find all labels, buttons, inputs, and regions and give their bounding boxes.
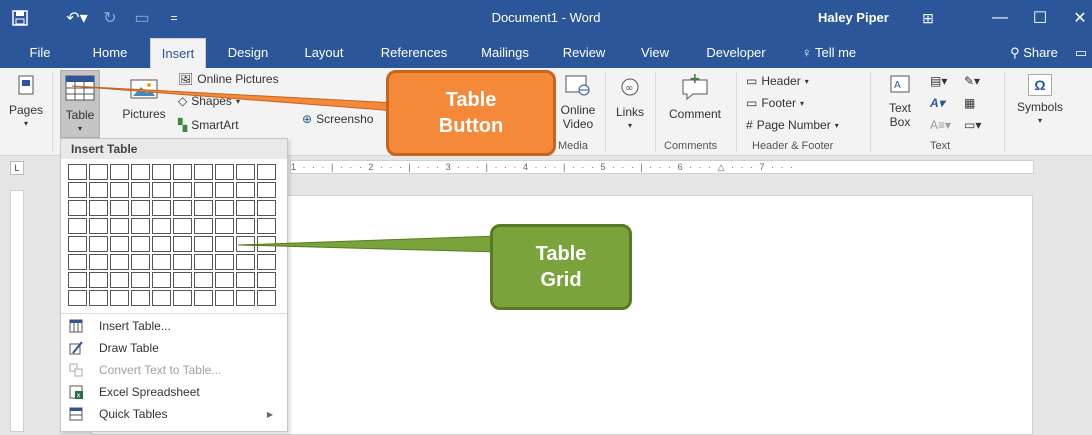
- callout-line2: Grid: [540, 269, 582, 291]
- table-button-callout: Table Button: [386, 70, 556, 156]
- callout-connectors: [71, 85, 499, 253]
- callout-line1: Table: [445, 89, 497, 111]
- table-button-pointer: [71, 85, 397, 112]
- table-grid-pointer: [237, 235, 499, 253]
- callout-line1: Table: [535, 243, 587, 265]
- callout-line2: Button: [438, 115, 504, 137]
- table-grid-callout: Table Grid: [490, 224, 632, 310]
